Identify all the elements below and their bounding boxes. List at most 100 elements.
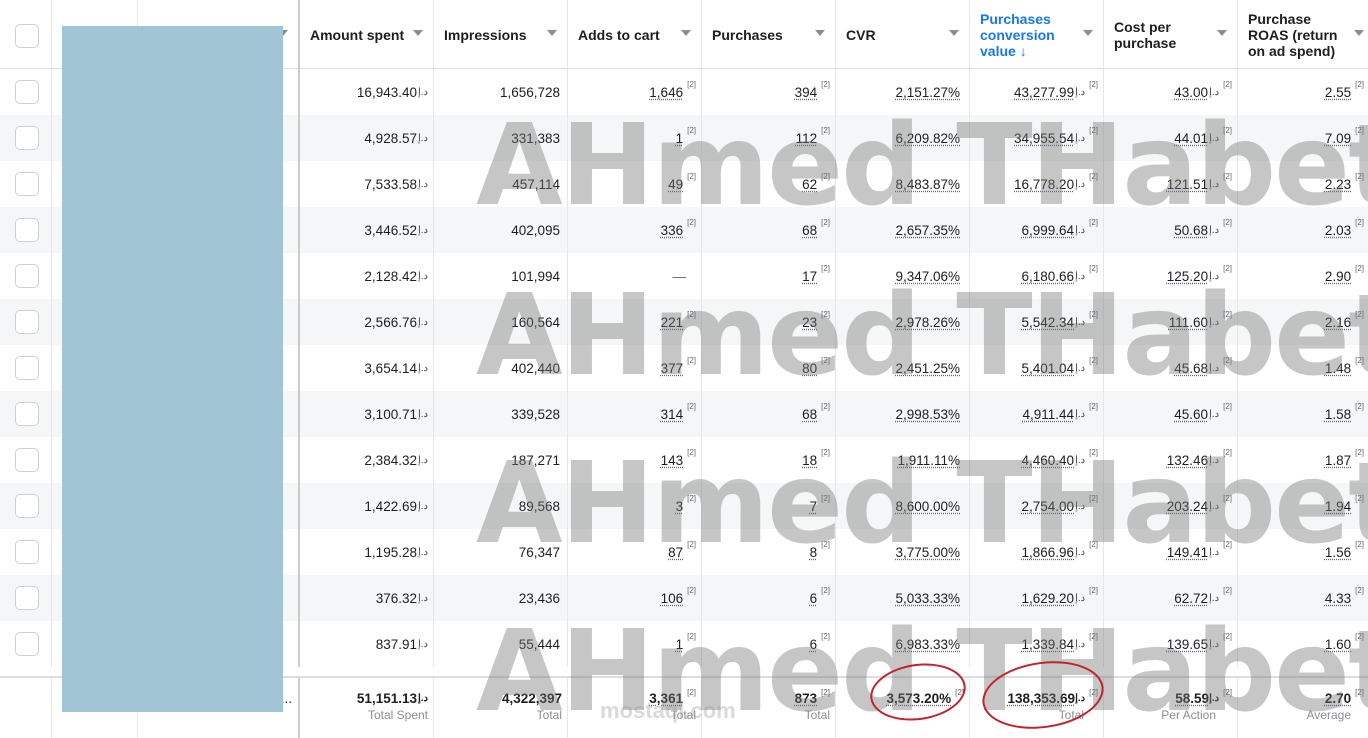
row-checkbox[interactable] xyxy=(15,540,39,564)
row-checkbox[interactable] xyxy=(15,218,39,242)
header-cost-per-purchase[interactable]: Cost per purchase xyxy=(1104,0,1238,69)
total-pcv-label: Total xyxy=(970,708,1084,722)
cell-spent: 1,195.28 د.إ xyxy=(300,529,428,575)
cell-purch: 68 [2] xyxy=(702,391,830,437)
cell-roas: 2.16 [2] xyxy=(1238,299,1364,345)
row-checkbox[interactable] xyxy=(15,402,39,426)
chevron-down-icon xyxy=(1354,30,1364,36)
row-checkbox[interactable] xyxy=(15,126,39,150)
cell-roas: 1.87 [2] xyxy=(1238,437,1364,483)
cell-atc: — xyxy=(568,253,696,299)
cell-spent: 2,384.32 د.إ xyxy=(300,437,428,483)
cell-spent: 376.32 د.إ xyxy=(300,575,428,621)
chevron-down-icon xyxy=(413,30,423,36)
cell-pcv: 1,629.20 د.إ [2] xyxy=(970,575,1098,621)
chevron-down-icon xyxy=(681,30,691,36)
cell-spent: 3,654.14 د.إ xyxy=(300,345,428,391)
cell-pcv: 43,277.99 د.إ [2] xyxy=(970,69,1098,115)
row-checkbox[interactable] xyxy=(15,80,39,104)
cell-impr: 101,994 xyxy=(434,253,560,299)
cell-cvr: 2,978.26% xyxy=(836,299,964,345)
cell-pcv: 2,754.00 د.إ [2] xyxy=(970,483,1098,529)
cell-cpp: 203.24 د.إ [2] xyxy=(1104,483,1232,529)
cell-roas: 1.60 [2] xyxy=(1238,621,1364,667)
cell-impr: 402,095 xyxy=(434,207,560,253)
cell-atc: 1,646 [2] xyxy=(568,69,696,115)
header-adds-to-cart[interactable]: Adds to cart xyxy=(568,0,702,69)
cell-roas: 1.56 [2] xyxy=(1238,529,1364,575)
cell-atc: 1 [2] xyxy=(568,621,696,667)
cell-roas: 2.55 [2] xyxy=(1238,69,1364,115)
cell-pcv: 6,180.66 د.إ [2] xyxy=(970,253,1098,299)
cell-cvr: 8,600.00% xyxy=(836,483,964,529)
cell-impr: 331,383 xyxy=(434,115,560,161)
cell-purch: 17 [2] xyxy=(702,253,830,299)
header-spacer xyxy=(0,0,52,69)
cell-cpp: 62.72 د.إ [2] xyxy=(1104,575,1232,621)
cell-cpp: 139.65 د.إ [2] xyxy=(1104,621,1232,667)
cell-purch: 23 [2] xyxy=(702,299,830,345)
total-impressions: 4,322,397 xyxy=(434,686,562,710)
header-cvr[interactable]: CVR xyxy=(836,0,970,69)
cell-impr: 187,271 xyxy=(434,437,560,483)
cell-spent: 3,100.71 د.إ xyxy=(300,391,428,437)
chevron-down-icon xyxy=(1217,30,1227,36)
cell-atc: 143 [2] xyxy=(568,437,696,483)
cell-spent: 3,446.52 د.إ xyxy=(300,207,428,253)
cell-pcv: 4,460.40 د.إ [2] xyxy=(970,437,1098,483)
header-purchases[interactable]: Purchases xyxy=(702,0,836,69)
header-amount-spent[interactable]: Amount spent xyxy=(300,0,434,69)
cell-cvr: 6,983.33% xyxy=(836,621,964,667)
cell-spent: 16,943.40 د.إ xyxy=(300,69,428,115)
header-impressions[interactable]: Impressions xyxy=(434,0,568,69)
cell-impr: 457,114 xyxy=(434,161,560,207)
row-checkbox[interactable] xyxy=(15,310,39,334)
cell-impr: 23,436 xyxy=(434,575,560,621)
total-amount-spent: 51,151.13 د.إ xyxy=(300,686,428,710)
ads-report-table: Amount spent Impressions Adds to cart Pu… xyxy=(0,0,1368,738)
cell-cvr: 8,483.87% xyxy=(836,161,964,207)
cell-pcv: 1,866.96 د.إ [2] xyxy=(970,529,1098,575)
total-impressions-label: Total xyxy=(434,708,562,722)
row-checkbox[interactable] xyxy=(15,172,39,196)
row-checkbox[interactable] xyxy=(15,586,39,610)
row-checkbox[interactable] xyxy=(15,632,39,656)
cell-cpp: 132.46 د.إ [2] xyxy=(1104,437,1232,483)
cell-pcv: 16,778.20 د.إ [2] xyxy=(970,161,1098,207)
cell-cpp: 45.68 د.إ [2] xyxy=(1104,345,1232,391)
watermark-site-text: mostaql.com xyxy=(600,698,736,724)
cell-purch: 394 [2] xyxy=(702,69,830,115)
cell-cvr: 9,347.06% xyxy=(836,253,964,299)
cell-impr: 55,444 xyxy=(434,621,560,667)
total-cost-per-purchase-label: Per Action xyxy=(1104,708,1216,722)
total-amount-spent-label: Total Spent xyxy=(300,708,428,722)
cell-roas: 4.33 [2] xyxy=(1238,575,1364,621)
cell-atc: 49 [2] xyxy=(568,161,696,207)
row-checkbox[interactable] xyxy=(15,356,39,380)
cell-atc: 1 [2] xyxy=(568,115,696,161)
cell-roas: 1.94 [2] xyxy=(1238,483,1364,529)
cell-purch: 68 [2] xyxy=(702,207,830,253)
cell-impr: 339,528 xyxy=(434,391,560,437)
header-purchases-conversion-value[interactable]: Purchases conversion value ↓ xyxy=(970,0,1104,69)
row-checkbox[interactable] xyxy=(15,448,39,472)
cell-atc: 87 [2] xyxy=(568,529,696,575)
row-checkbox[interactable] xyxy=(15,494,39,518)
cell-spent: 837.91 د.إ xyxy=(300,621,428,667)
row-checkbox[interactable] xyxy=(15,264,39,288)
chevron-down-icon xyxy=(1083,30,1093,36)
cell-roas: 1.48 [2] xyxy=(1238,345,1364,391)
cell-pcv: 5,401.04 د.إ [2] xyxy=(970,345,1098,391)
cell-cpp: 50.68 د.إ [2] xyxy=(1104,207,1232,253)
cell-cvr: 5,033.33% xyxy=(836,575,964,621)
cell-impr: 402,440 xyxy=(434,345,560,391)
cell-roas: 2.03 [2] xyxy=(1238,207,1364,253)
cell-purch: 6 [2] xyxy=(702,575,830,621)
header-purchase-roas[interactable]: Purchase ROAS (return on ad spend) xyxy=(1238,0,1368,69)
cell-cvr: 6,209.82% xyxy=(836,115,964,161)
cell-cpp: 121.51 د.إ [2] xyxy=(1104,161,1232,207)
cell-purch: 18 [2] xyxy=(702,437,830,483)
cell-roas: 2.90 [2] xyxy=(1238,253,1364,299)
cell-impr: 76,347 xyxy=(434,529,560,575)
cell-spent: 2,566.76 د.إ xyxy=(300,299,428,345)
